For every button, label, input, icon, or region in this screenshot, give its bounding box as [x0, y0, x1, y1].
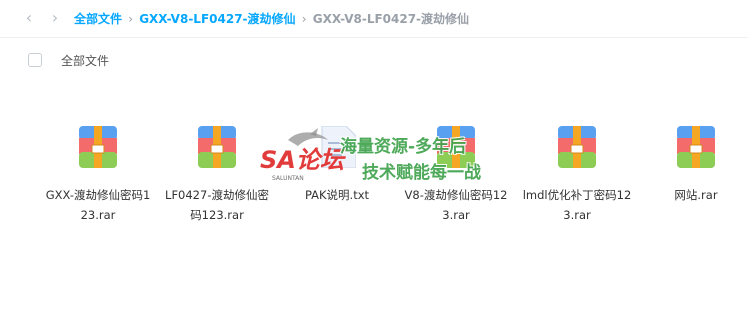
watermark-slogan: 海量资源-多年后 技术赋能每一战	[340, 134, 490, 186]
file-item[interactable]: lmdl优化补丁密码123.rar	[522, 120, 632, 225]
watermark-logo-text: SA论坛	[260, 146, 347, 174]
file-name: 网站.rar	[674, 188, 718, 202]
rar-archive-icon	[677, 126, 715, 168]
file-item[interactable]: GXX-渡劫修仙密码123.rar	[43, 120, 153, 225]
rar-archive-icon	[198, 126, 236, 168]
breadcrumb-root[interactable]: 全部文件	[74, 12, 122, 26]
rar-archive-icon	[558, 126, 596, 168]
select-all-label: 全部文件	[61, 54, 110, 68]
divider	[0, 37, 748, 38]
file-name: LF0427-渡劫修仙密码123.rar	[165, 188, 269, 222]
rar-archive-icon	[79, 126, 117, 168]
top-navigation: ‹ › 全部文件 › GXX-V8-LF0427-渡劫修仙 › GXX-V8-L…	[0, 0, 748, 38]
list-toolbar: 全部文件	[0, 46, 748, 74]
file-item[interactable]: LF0427-渡劫修仙密码123.rar	[162, 120, 272, 225]
watermark-line-2: 技术赋能每一战	[362, 163, 481, 183]
file-name: lmdl优化补丁密码123.rar	[522, 188, 632, 222]
breadcrumb-separator: ›	[128, 12, 134, 26]
file-item[interactable]: 网站.rar	[641, 120, 748, 205]
select-all-checkbox[interactable]	[28, 53, 42, 67]
breadcrumb-current: GXX-V8-LF0427-渡劫修仙	[312, 12, 470, 26]
sa-forum-watermark-logo: SA论坛 SALUNTAN	[260, 128, 347, 182]
watermark-logo-sub: SALUNTAN	[272, 175, 304, 182]
forward-arrow-icon[interactable]: ›	[46, 9, 64, 27]
watermark-line-1: 海量资源-多年后	[340, 137, 467, 157]
file-name: V8-渡劫修仙密码123.rar	[404, 188, 508, 222]
breadcrumb-folder[interactable]: GXX-V8-LF0427-渡劫修仙	[139, 12, 295, 26]
breadcrumb-separator: ›	[301, 12, 307, 26]
breadcrumb: 全部文件 › GXX-V8-LF0427-渡劫修仙 › GXX-V8-LF042…	[74, 10, 469, 27]
file-name: GXX-渡劫修仙密码123.rar	[45, 188, 151, 222]
back-arrow-icon[interactable]: ‹	[20, 9, 38, 27]
